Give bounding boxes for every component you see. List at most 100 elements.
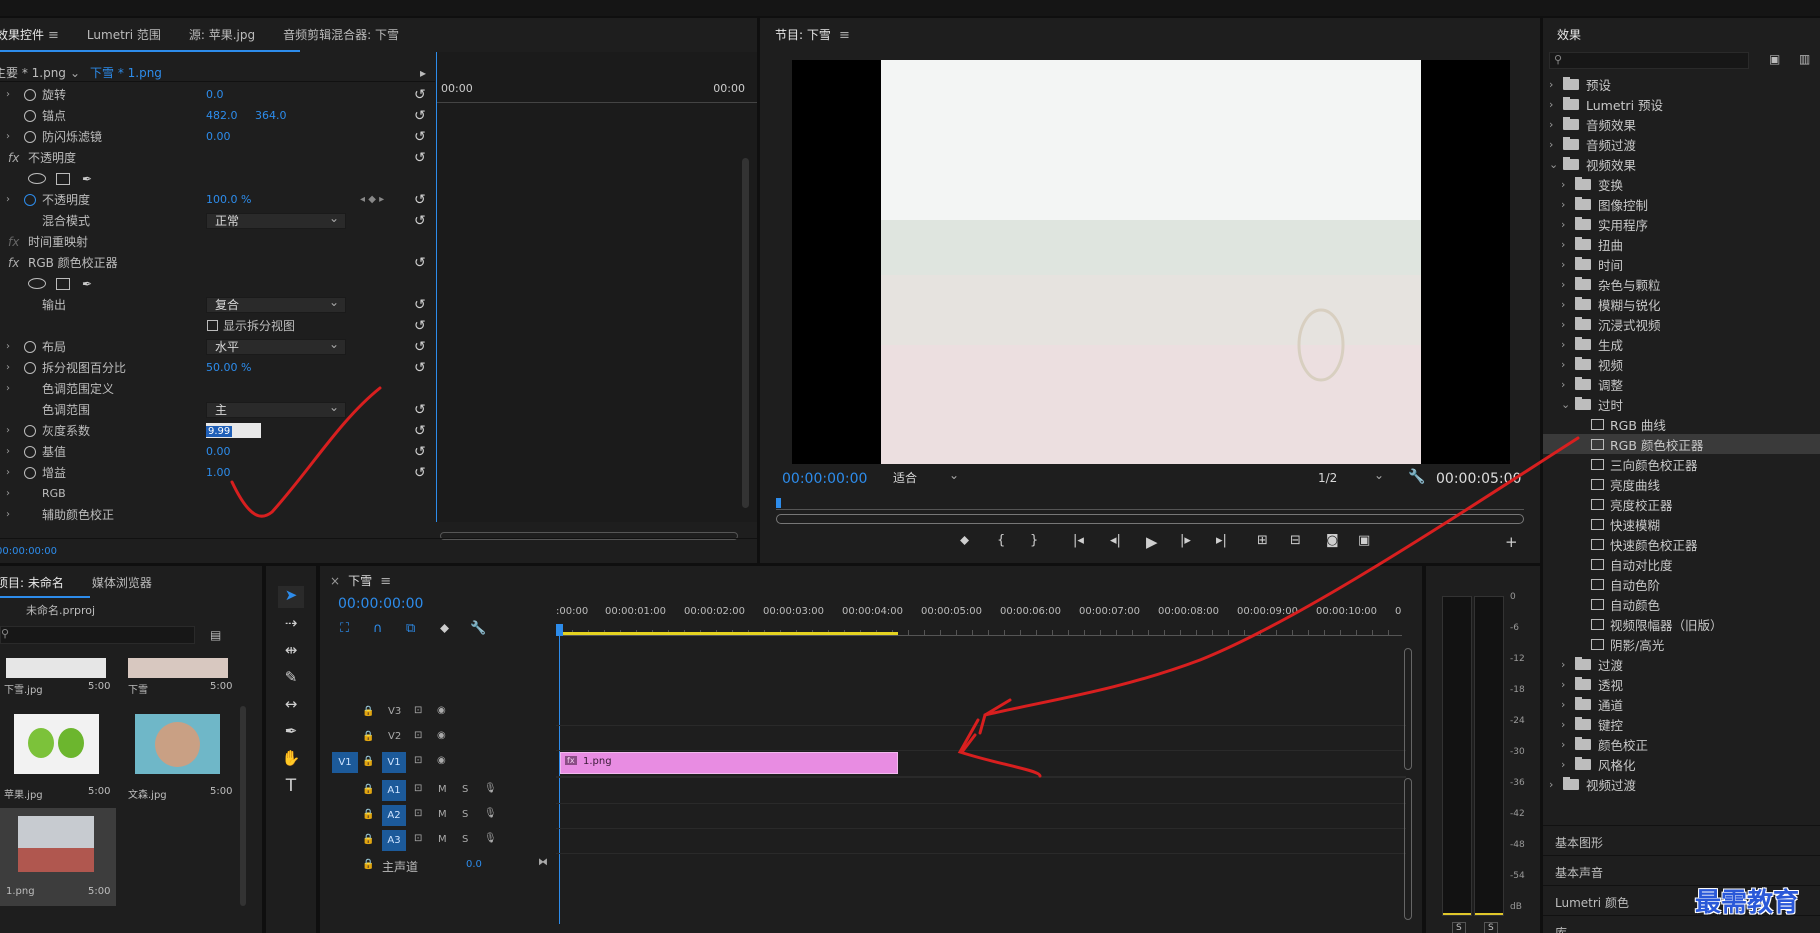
track-master[interactable]: 🔒 主声道 0.0 ⧓ bbox=[320, 853, 548, 878]
tab-source[interactable]: 源: 苹果.jpg bbox=[175, 26, 269, 43]
slip-icon[interactable]: ↔ bbox=[278, 695, 304, 713]
selection-tool-icon[interactable]: ➤ bbox=[278, 586, 304, 608]
solo-right-button[interactable]: S bbox=[1484, 922, 1498, 933]
reset-icon[interactable]: ↺ bbox=[414, 339, 426, 355]
anchor-x-value[interactable]: 482.0 bbox=[206, 109, 238, 122]
program-ruler[interactable] bbox=[776, 498, 1524, 510]
quality-select[interactable]: 1/2 bbox=[1310, 468, 1390, 487]
mark-out-icon[interactable]: } bbox=[1030, 533, 1038, 548]
tonal-range-select[interactable]: 主 bbox=[206, 400, 346, 418]
gamma-input[interactable]: 9.99 bbox=[206, 423, 261, 438]
compare-icon[interactable]: ▣ bbox=[1358, 533, 1370, 548]
reset-icon[interactable]: ↺ bbox=[414, 255, 426, 271]
tab-audio-clip-mixer[interactable]: 音频剪辑混合器: 下雪 bbox=[269, 26, 413, 43]
effects-subfolder[interactable]: › 变换 bbox=[1543, 174, 1820, 194]
effects-subfolder[interactable]: › 模糊与锐化 bbox=[1543, 294, 1820, 314]
effects-folder[interactable]: ⌄ 视频效果 bbox=[1543, 154, 1820, 174]
effect-item[interactable]: 阴影/高光 bbox=[1543, 634, 1820, 654]
effect-item[interactable]: 自动对比度 bbox=[1543, 554, 1820, 574]
video-frame[interactable] bbox=[792, 60, 1510, 464]
effect-item[interactable]: RGB 颜色校正器 bbox=[1543, 434, 1820, 454]
effect-item[interactable]: 亮度校正器 bbox=[1543, 494, 1820, 514]
effects-subfolder[interactable]: › 颜色校正 bbox=[1543, 734, 1820, 754]
project-item[interactable] bbox=[135, 714, 220, 774]
timeline-vscroll[interactable] bbox=[1404, 648, 1412, 770]
prop-rgb[interactable]: › RGB bbox=[0, 483, 436, 504]
camera-icon[interactable]: ◙ bbox=[1326, 533, 1339, 548]
effects-subfolder[interactable]: › 实用程序 bbox=[1543, 214, 1820, 234]
split-percent-value[interactable]: 50.00 % bbox=[206, 361, 251, 374]
effects-subfolder[interactable]: › 图像控制 bbox=[1543, 194, 1820, 214]
play-icon[interactable]: ▶ bbox=[1146, 533, 1158, 551]
razor-icon[interactable]: ✎ bbox=[278, 668, 304, 686]
project-search[interactable]: ⚲ bbox=[0, 626, 195, 644]
effects-folder[interactable]: › 视频过渡 bbox=[1543, 774, 1820, 794]
tab-project[interactable]: 项目: 未命名 bbox=[0, 574, 78, 591]
track-v2[interactable]: 🔒 V2 ⊡ ◉ bbox=[320, 725, 548, 750]
effect-item[interactable]: RGB 曲线 bbox=[1543, 414, 1820, 434]
prop-aux[interactable]: › 辅助颜色校正 bbox=[0, 504, 436, 525]
blend-mode-select[interactable]: 正常 bbox=[206, 211, 346, 229]
work-area-bar[interactable] bbox=[560, 632, 898, 635]
add-marker-icon[interactable]: ⬥ bbox=[960, 533, 969, 548]
rect-mask-icon[interactable] bbox=[56, 277, 70, 290]
ec-timeline[interactable]: 00:00 00:00 bbox=[436, 52, 757, 522]
stopwatch-icon[interactable] bbox=[24, 424, 36, 437]
go-to-in-icon[interactable]: |◂ bbox=[1073, 533, 1084, 548]
fx-icon[interactable]: fx bbox=[8, 256, 19, 270]
effects-subfolder[interactable]: › 风格化 bbox=[1543, 754, 1820, 774]
effect-item[interactable]: 自动色阶 bbox=[1543, 574, 1820, 594]
output-select[interactable]: 复合 bbox=[206, 295, 346, 313]
menu-icon[interactable]: ≡ bbox=[376, 574, 391, 589]
clip-label[interactable]: 下雪 * 1.png bbox=[90, 64, 162, 81]
add-button-icon[interactable]: + bbox=[1505, 533, 1518, 551]
snap-icon[interactable]: ∩ bbox=[373, 621, 383, 636]
playhead-handle[interactable] bbox=[556, 624, 563, 636]
stopwatch-icon[interactable] bbox=[24, 466, 36, 479]
stopwatch-icon[interactable] bbox=[24, 445, 36, 458]
wrench-icon[interactable]: 🔧 bbox=[1408, 469, 1425, 485]
tab-media-browser[interactable]: 媒体浏览器 bbox=[78, 574, 166, 591]
split-view-checkbox[interactable] bbox=[207, 320, 218, 331]
go-to-out-icon[interactable]: ▸| bbox=[1216, 533, 1227, 548]
clip-1png[interactable]: fx 1.png bbox=[560, 752, 898, 774]
reset-icon[interactable]: ↺ bbox=[414, 423, 426, 439]
track-v1[interactable]: V1 🔒 V1 ⊡ ◉ bbox=[320, 750, 548, 775]
hand-tool-icon[interactable]: ✋ bbox=[278, 749, 304, 767]
linked-icon[interactable]: ⧉ bbox=[406, 621, 415, 636]
marker-icon[interactable]: ⬥ bbox=[440, 621, 449, 636]
effects-subfolder[interactable]: › 杂色与颗粒 bbox=[1543, 274, 1820, 294]
stopwatch-icon[interactable] bbox=[24, 88, 36, 101]
effects-subfolder[interactable]: › 视频 bbox=[1543, 354, 1820, 374]
reset-icon[interactable]: ↺ bbox=[414, 129, 426, 145]
ec-vscroll[interactable] bbox=[742, 158, 749, 508]
stopwatch-icon[interactable] bbox=[24, 130, 36, 143]
reset-icon[interactable]: ↺ bbox=[414, 465, 426, 481]
solo-left-button[interactable]: S bbox=[1452, 922, 1466, 933]
tab-effect-controls[interactable]: 效果控件 ≡ bbox=[0, 26, 73, 43]
effects-subfolder[interactable]: ⌄ 过时 bbox=[1543, 394, 1820, 414]
effect-item[interactable]: 亮度曲线 bbox=[1543, 474, 1820, 494]
reset-icon[interactable]: ↺ bbox=[414, 108, 426, 124]
delete-icon[interactable]: ▥ bbox=[1799, 52, 1810, 66]
rect-mask-icon[interactable] bbox=[56, 172, 70, 185]
fx-icon[interactable]: fx bbox=[8, 151, 19, 165]
step-forward-icon[interactable]: |▸ bbox=[1180, 533, 1191, 548]
track-select-icon[interactable]: ⇢ bbox=[278, 614, 304, 632]
clip-dropdown-icon[interactable]: ⌄ bbox=[70, 66, 80, 80]
prop-tonal-def[interactable]: › 色调范围定义 bbox=[0, 378, 436, 399]
effect-item[interactable]: 视频限幅器（旧版） bbox=[1543, 614, 1820, 634]
effects-subfolder[interactable]: › 过渡 bbox=[1543, 654, 1820, 674]
reset-icon[interactable]: ↺ bbox=[414, 402, 426, 418]
ellipse-mask-icon[interactable] bbox=[28, 278, 46, 289]
reset-icon[interactable]: ↺ bbox=[414, 87, 426, 103]
lift-icon[interactable]: ⊞ bbox=[1257, 533, 1268, 548]
track-a3[interactable]: 🔒 A3 ⊡ M S 🎙 bbox=[320, 828, 548, 853]
reset-icon[interactable]: ↺ bbox=[414, 444, 426, 460]
essential-sound[interactable]: 基本声音 bbox=[1543, 855, 1820, 883]
extract-icon[interactable]: ⊟ bbox=[1290, 533, 1301, 548]
program-zoom-bar[interactable] bbox=[776, 514, 1524, 524]
fit-select[interactable]: 适合 bbox=[885, 468, 965, 487]
anchor-y-value[interactable]: 364.0 bbox=[255, 109, 287, 122]
reset-icon[interactable]: ↺ bbox=[414, 192, 426, 208]
